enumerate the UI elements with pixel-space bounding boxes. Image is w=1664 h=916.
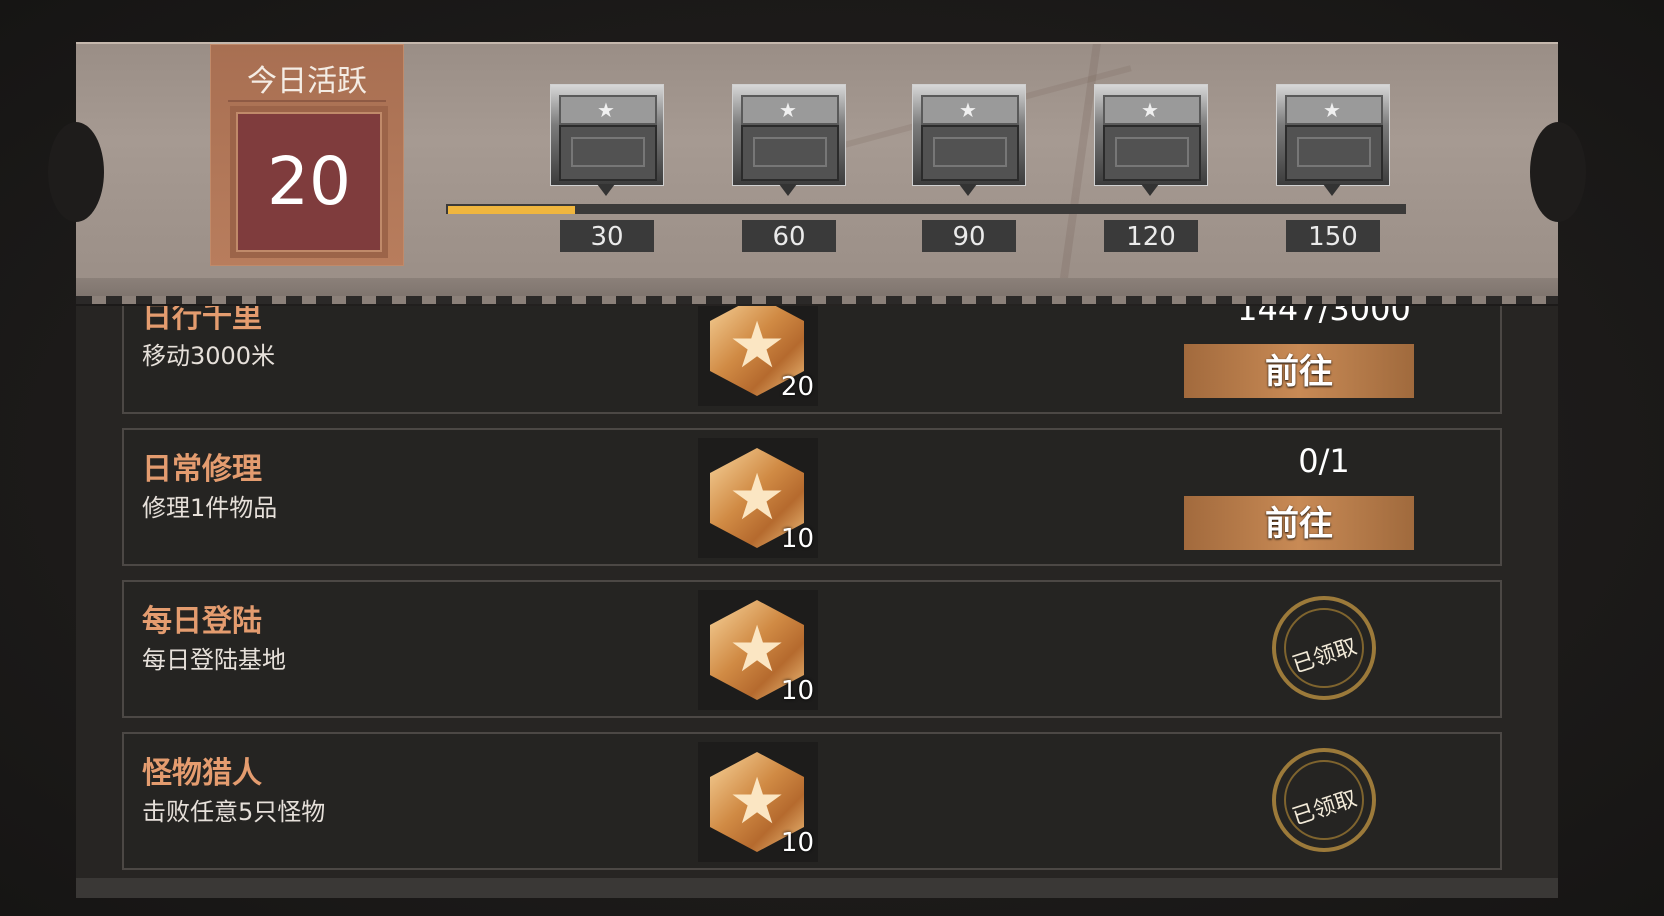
task-row: 日常修理 修理1件物品 ★ 10 0/1 前往 [122, 428, 1502, 566]
task-reward[interactable]: ★ 10 [698, 590, 818, 710]
milestone-label: 150 [1286, 220, 1380, 252]
task-description: 修理1件物品 [142, 494, 278, 522]
reward-chest-30[interactable]: ★ [550, 84, 664, 186]
milestone-marker-icon [779, 184, 797, 196]
task-reward[interactable]: ★ 10 [698, 438, 818, 558]
reward-chest-120[interactable]: ★ [1094, 84, 1208, 186]
task-description: 每日登陆基地 [142, 646, 286, 674]
today-activity-label: 今日活跃 [247, 64, 367, 99]
daily-activity-panel: 今日活跃 20 ★ ★ ★ ★ ★ 30 60 90 120 150 日行千里 … [48, 42, 1586, 898]
task-row: 怪物猎人 击败任意5只怪物 ★ 10 已领取 [122, 732, 1502, 870]
reward-count: 10 [780, 828, 814, 858]
milestone-label: 60 [742, 220, 836, 252]
reward-count: 10 [780, 676, 814, 706]
claimed-status: 已领取 [1289, 634, 1361, 679]
activity-header: 今日活跃 20 ★ ★ ★ ★ ★ 30 60 90 120 150 [48, 42, 1586, 284]
task-title: 日行千里 [142, 306, 262, 335]
ticket-perforation [76, 278, 1558, 304]
task-row: 每日登陆 每日登陆基地 ★ 10 已领取 [122, 580, 1502, 718]
task-description: 移动3000米 [142, 342, 276, 370]
task-progress: 1447/3000 [1237, 306, 1411, 328]
star-emblem-icon: ★ [1141, 98, 1159, 122]
go-button[interactable]: 前往 [1184, 344, 1414, 398]
ticket-notch-left [48, 122, 104, 222]
claimed-stamp-icon: 已领取 [1272, 748, 1376, 852]
task-reward[interactable]: ★ 10 [698, 742, 818, 862]
reward-chest-60[interactable]: ★ [732, 84, 846, 186]
activity-progress-fill [448, 206, 575, 214]
reward-count: 20 [780, 372, 814, 402]
today-activity-box: 今日活跃 20 [210, 44, 404, 266]
today-activity-value: 20 [236, 112, 382, 252]
milestone-marker-icon [959, 184, 977, 196]
star-emblem-icon: ★ [779, 98, 797, 122]
task-row: 日行千里 移动3000米 ★ 20 1447/3000 前往 [122, 306, 1502, 414]
milestone-label: 90 [922, 220, 1016, 252]
milestone-marker-icon [597, 184, 615, 196]
activity-progress-track [446, 204, 1406, 214]
task-title: 怪物猎人 [142, 756, 262, 791]
milestone-label: 30 [560, 220, 654, 252]
task-list[interactable]: 日行千里 移动3000米 ★ 20 1447/3000 前往 日常修理 修理1件… [76, 306, 1558, 878]
claimed-status: 已领取 [1289, 786, 1361, 831]
milestone-marker-icon [1141, 184, 1159, 196]
task-title: 日常修理 [142, 452, 262, 487]
reward-chest-90[interactable]: ★ [912, 84, 1026, 186]
divider [228, 100, 386, 102]
milestone-label: 120 [1104, 220, 1198, 252]
star-emblem-icon: ★ [959, 98, 977, 122]
star-emblem-icon: ★ [1323, 98, 1341, 122]
star-emblem-icon: ★ [597, 98, 615, 122]
go-button[interactable]: 前往 [1184, 496, 1414, 550]
list-bottom-edge [76, 878, 1558, 898]
milestone-marker-icon [1323, 184, 1341, 196]
task-description: 击败任意5只怪物 [142, 798, 326, 826]
task-reward[interactable]: ★ 20 [698, 306, 818, 406]
ticket-notch-right [1530, 122, 1586, 222]
claimed-stamp-icon: 已领取 [1272, 596, 1376, 700]
task-title: 每日登陆 [142, 604, 262, 639]
reward-count: 10 [780, 524, 814, 554]
task-progress: 0/1 [1298, 442, 1350, 480]
reward-chest-150[interactable]: ★ [1276, 84, 1390, 186]
